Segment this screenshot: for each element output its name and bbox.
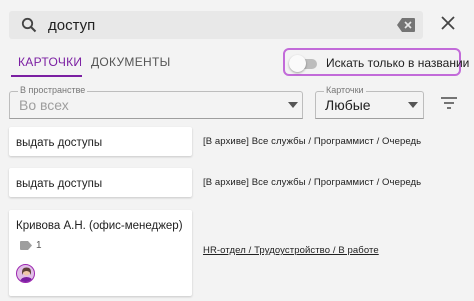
card-title: выдать доступы bbox=[16, 178, 103, 190]
result-card[interactable]: Кривова А.Н. (офис-менеджер) 1 bbox=[9, 210, 192, 296]
active-tab-indicator bbox=[11, 75, 82, 77]
card-title: Кривова А.Н. (офис-менеджер) bbox=[16, 220, 183, 232]
close-icon[interactable] bbox=[440, 15, 456, 31]
title-only-search-toggle[interactable]: Искать только в названии bbox=[283, 48, 469, 76]
tag-icon bbox=[20, 241, 32, 250]
tab-cards[interactable]: КАРТОЧКИ bbox=[18, 55, 82, 69]
tab-documents[interactable]: ДОКУМЕНТЫ bbox=[91, 55, 171, 69]
search-input[interactable] bbox=[48, 15, 388, 35]
space-select-value: Во всех bbox=[19, 97, 69, 113]
chevron-down-icon bbox=[408, 102, 418, 108]
filter-icon[interactable] bbox=[441, 97, 457, 109]
toggle-thumb[interactable] bbox=[289, 55, 306, 72]
avatar bbox=[16, 264, 35, 283]
toggle-label: Искать только в названии bbox=[326, 56, 470, 70]
result-card[interactable]: выдать доступы bbox=[9, 127, 192, 156]
tag-count: 1 bbox=[36, 240, 42, 251]
chevron-down-icon bbox=[288, 102, 298, 108]
card-path: [В архиве] Все службы / Программист / Оч… bbox=[203, 136, 422, 147]
cards-select-label: Карточки bbox=[324, 85, 366, 96]
card-title: выдать доступы bbox=[16, 137, 103, 149]
card-path: [В архиве] Все службы / Программист / Оч… bbox=[203, 177, 422, 188]
search-icon bbox=[21, 17, 37, 33]
result-card[interactable]: выдать доступы bbox=[9, 168, 192, 197]
cards-select-value: Любые bbox=[325, 97, 371, 113]
clear-icon[interactable] bbox=[397, 18, 415, 32]
cards-type-select[interactable]: Карточки Любые bbox=[315, 85, 424, 119]
card-path-link[interactable]: HR-отдел / Трудоустройство / В работе bbox=[203, 245, 379, 256]
space-select[interactable]: В пространстве Во всех bbox=[9, 85, 303, 119]
search-bar bbox=[9, 11, 423, 39]
space-select-label: В пространстве bbox=[18, 85, 88, 96]
